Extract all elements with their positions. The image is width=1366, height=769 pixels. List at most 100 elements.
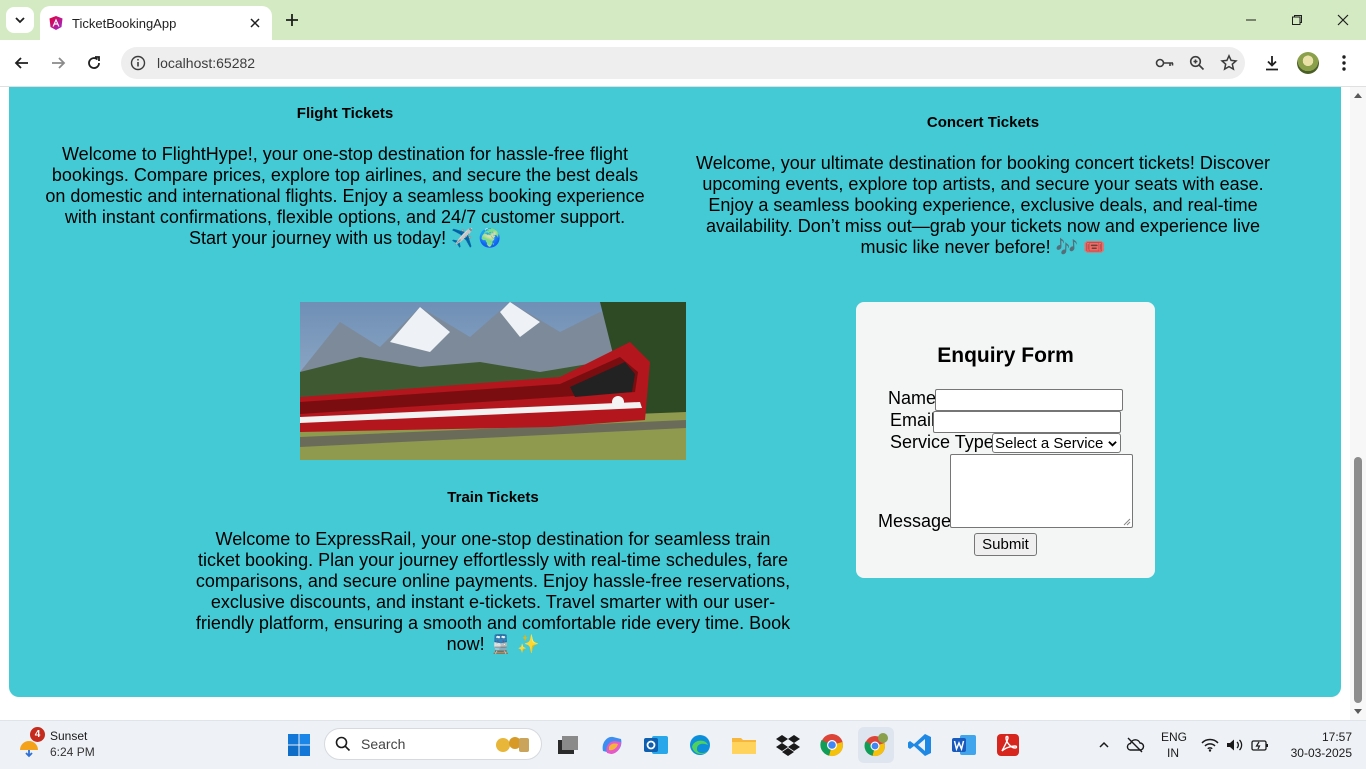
copilot-app[interactable]: [594, 727, 630, 763]
chrome-app[interactable]: [814, 727, 850, 763]
close-window-button[interactable]: [1320, 0, 1366, 40]
weather-time: 6:24 PM: [50, 745, 95, 759]
input-language-indicator[interactable]: ENG IN: [1156, 729, 1192, 761]
edge-browser-app[interactable]: [682, 727, 718, 763]
scroll-down-arrow-icon[interactable]: [1353, 708, 1363, 716]
scrollbar-thumb[interactable]: [1354, 457, 1362, 703]
windows-taskbar: 4 Sunset 6:24 PM Search ENG IN 17:57 30-…: [0, 720, 1366, 769]
edge-icon: [690, 735, 710, 755]
word-icon: [952, 735, 976, 755]
download-icon: [1266, 56, 1278, 71]
start-button[interactable]: [281, 727, 317, 763]
train-section-text: Welcome to ExpressRail, your one-stop de…: [195, 529, 791, 654]
name-field[interactable]: [935, 389, 1123, 411]
browser-tab-strip: TicketBookingApp: [0, 0, 1366, 40]
site-info-icon[interactable]: [129, 54, 147, 72]
browser-tab-active[interactable]: TicketBookingApp: [40, 6, 272, 40]
vscode-icon: [908, 734, 931, 756]
zoom-icon[interactable]: [1181, 47, 1213, 79]
weather-badge: 4: [30, 727, 45, 742]
submit-button[interactable]: Submit: [974, 533, 1037, 556]
clock-date: 30-03-2025: [1290, 746, 1352, 760]
restore-icon: [1292, 15, 1302, 25]
email-label: Email: [890, 410, 936, 430]
minimize-icon: [1246, 19, 1256, 21]
page-scrollbar[interactable]: [1350, 87, 1366, 720]
chrome-icon: [820, 734, 843, 756]
onedrive-status[interactable]: [1120, 727, 1150, 763]
acrobat-app[interactable]: [990, 727, 1026, 763]
chevron-up-icon: [1099, 741, 1109, 748]
more-vertical-icon: [1342, 55, 1346, 71]
chevron-down-icon: [1108, 441, 1117, 447]
arrow-left-icon: [14, 57, 28, 69]
folder-icon: [732, 738, 756, 754]
minimize-button[interactable]: [1228, 0, 1274, 40]
email-field[interactable]: [933, 411, 1121, 433]
restore-button[interactable]: [1274, 0, 1320, 40]
language-code: ENG: [1161, 730, 1188, 744]
flight-section-title: Flight Tickets: [296, 105, 394, 122]
chrome-profile-icon: [864, 733, 888, 757]
dropbox-icon: [776, 735, 800, 756]
back-button[interactable]: [8, 49, 36, 77]
url-text: localhost:65282: [157, 55, 256, 71]
concert-section-title: Concert Tickets: [926, 114, 1040, 131]
reload-icon: [88, 56, 100, 69]
ticket-sections-panel: Flight Tickets Welcome to FlightHype!, y…: [9, 87, 1341, 697]
reload-button[interactable]: [80, 49, 108, 77]
show-hidden-icons-button[interactable]: [1090, 727, 1118, 763]
outlook-app[interactable]: [638, 727, 674, 763]
dropbox-app[interactable]: [770, 727, 806, 763]
name-label: Name: [888, 388, 937, 408]
close-icon: [1337, 14, 1349, 26]
profile-button[interactable]: [1294, 49, 1322, 77]
chrome-profile-app-active[interactable]: [858, 727, 894, 763]
tab-title: TicketBookingApp: [72, 15, 177, 31]
battery-icon: [1250, 740, 1268, 751]
arrow-right-icon: [52, 57, 66, 69]
chevron-down-icon: [15, 17, 25, 24]
scroll-up-arrow-icon[interactable]: [1353, 91, 1363, 99]
password-key-icon[interactable]: [1149, 47, 1181, 79]
windows-logo-icon: [288, 734, 310, 756]
resize-handle-icon[interactable]: [1123, 518, 1131, 526]
downloads-button[interactable]: [1258, 49, 1286, 77]
tab-search-button[interactable]: [6, 7, 34, 33]
weather-widget[interactable]: 4 Sunset 6:24 PM: [14, 726, 124, 764]
browser-menu-button[interactable]: [1330, 49, 1358, 77]
quick-settings-button[interactable]: [1198, 729, 1272, 761]
word-app[interactable]: [946, 727, 982, 763]
volume-icon: [1226, 739, 1243, 751]
flight-section-text: Welcome to FlightHype!, your one-stop de…: [45, 144, 645, 248]
concert-section-text: Welcome, your ultimate destination for b…: [696, 153, 1270, 257]
task-view-icon: [558, 736, 578, 754]
taskbar-search-box[interactable]: Search: [324, 728, 542, 760]
close-tab-icon[interactable]: [246, 14, 264, 32]
address-bar[interactable]: localhost:65282: [121, 47, 1245, 79]
train-image: [300, 302, 686, 460]
train-section-title: Train Tickets: [447, 489, 539, 506]
bookmark-star-icon[interactable]: [1213, 47, 1245, 79]
service-type-label: Service Type: [890, 432, 994, 452]
service-type-select[interactable]: Select a Service: [992, 433, 1121, 453]
cloud-offline-icon: [1126, 737, 1145, 753]
browser-toolbar: localhost:65282: [0, 40, 1366, 87]
clock-widget[interactable]: 17:57 30-03-2025: [1282, 729, 1358, 761]
service-type-selected: Select a Service: [995, 434, 1104, 452]
plus-icon: [286, 14, 298, 26]
acrobat-icon: [997, 734, 1019, 756]
file-explorer-app[interactable]: [726, 727, 762, 763]
page-viewport: Flight Tickets Welcome to FlightHype!, y…: [0, 87, 1350, 720]
vscode-app[interactable]: [902, 727, 938, 763]
forward-button[interactable]: [44, 49, 72, 77]
clock-time: 17:57: [1321, 730, 1352, 744]
message-textarea[interactable]: [950, 454, 1133, 528]
avatar: [1297, 52, 1319, 74]
search-highlight-icon: [496, 737, 529, 752]
new-tab-button[interactable]: [280, 8, 304, 32]
search-icon: [335, 736, 351, 752]
task-view-button[interactable]: [550, 727, 586, 763]
enquiry-form-title: Enquiry Form: [937, 344, 1074, 367]
enquiry-form: Enquiry Form Name Email Service Type Sel…: [856, 302, 1155, 578]
